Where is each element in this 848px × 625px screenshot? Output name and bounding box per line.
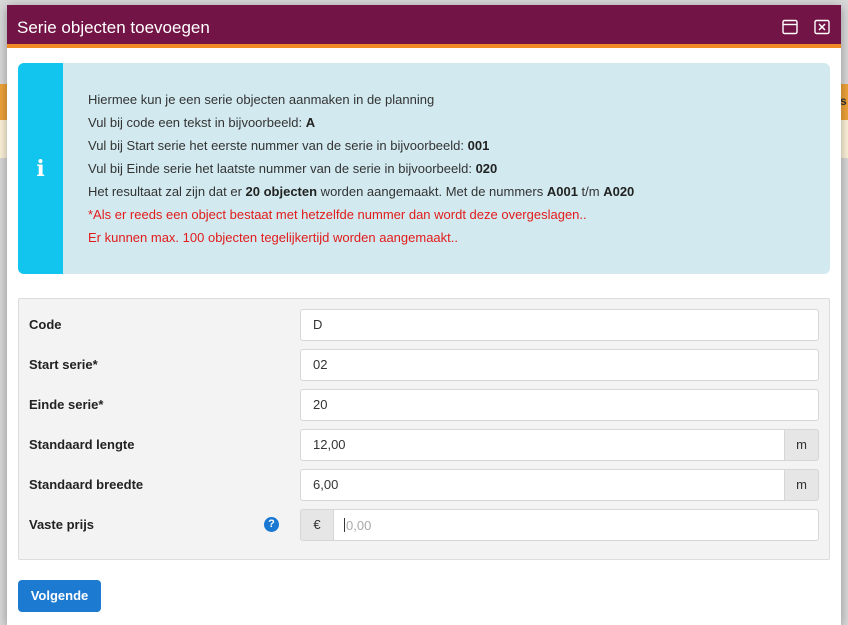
row-end: Einde serie* 20 <box>19 389 829 421</box>
next-button[interactable]: Volgende <box>18 580 101 612</box>
price-placeholder: 0,00 <box>346 518 372 533</box>
length-input[interactable]: 12,00 <box>300 429 785 461</box>
end-series-label: Einde serie* <box>29 397 104 412</box>
dialog-titlebar: Serie objecten toevoegen <box>7 5 841 48</box>
info-bar: i <box>18 63 63 274</box>
currency-prefix: € <box>300 509 333 541</box>
info-icon: i <box>36 155 45 182</box>
price-label: Vaste prijs <box>29 517 95 532</box>
length-label: Standaard lengte <box>29 437 135 452</box>
code-label: Code <box>29 317 62 332</box>
info-line: Hiermee kun je een serie objecten aanmak… <box>88 92 435 107</box>
info-line: Het resultaat zal zijn dat er 20 objecte… <box>88 184 635 199</box>
info-line: Vul bij Einde serie het laatste nummer v… <box>88 161 498 176</box>
modal-dialog: Serie objecten toevoegen i Hiermee kun j… <box>7 5 841 625</box>
row-code: Code D <box>19 309 829 341</box>
code-input[interactable]: D <box>300 309 819 341</box>
width-label: Standaard breedte <box>29 477 144 492</box>
width-unit: m <box>785 469 819 501</box>
end-series-input[interactable]: 20 <box>300 389 819 421</box>
warning-line: Er kunnen max. 100 objecten tegelijkerti… <box>88 230 458 245</box>
warning-line: *Als er reeds een object bestaat met het… <box>88 207 587 222</box>
close-icon[interactable] <box>814 19 830 35</box>
start-series-input[interactable]: 02 <box>300 349 819 381</box>
length-unit: m <box>785 429 819 461</box>
row-start: Start serie* 02 <box>19 349 829 381</box>
start-series-label: Start serie* <box>29 357 98 372</box>
maximize-icon[interactable] <box>782 19 798 35</box>
help-icon[interactable]: ? <box>264 517 279 532</box>
info-line: Vul bij Start serie het eerste nummer va… <box>88 138 490 153</box>
background-text: s <box>840 94 847 108</box>
info-text: Hiermee kun je een serie objecten aanmak… <box>88 90 634 251</box>
row-width: Standaard breedte 6,00 m <box>19 469 829 501</box>
row-length: Standaard lengte 12,00 m <box>19 429 829 461</box>
dialog-title: Serie objecten toevoegen <box>17 18 210 37</box>
info-panel: i Hiermee kun je een serie objecten aanm… <box>18 63 830 274</box>
info-line: Vul bij code een tekst in bijvoorbeeld: … <box>88 115 316 130</box>
text-caret <box>344 518 345 532</box>
row-price: Vaste prijs ? € 0,00 <box>19 509 829 541</box>
price-input[interactable]: 0,00 <box>333 509 819 541</box>
series-form: Code D Start serie* 02 Einde serie* 20 S… <box>18 298 830 560</box>
width-input[interactable]: 6,00 <box>300 469 785 501</box>
